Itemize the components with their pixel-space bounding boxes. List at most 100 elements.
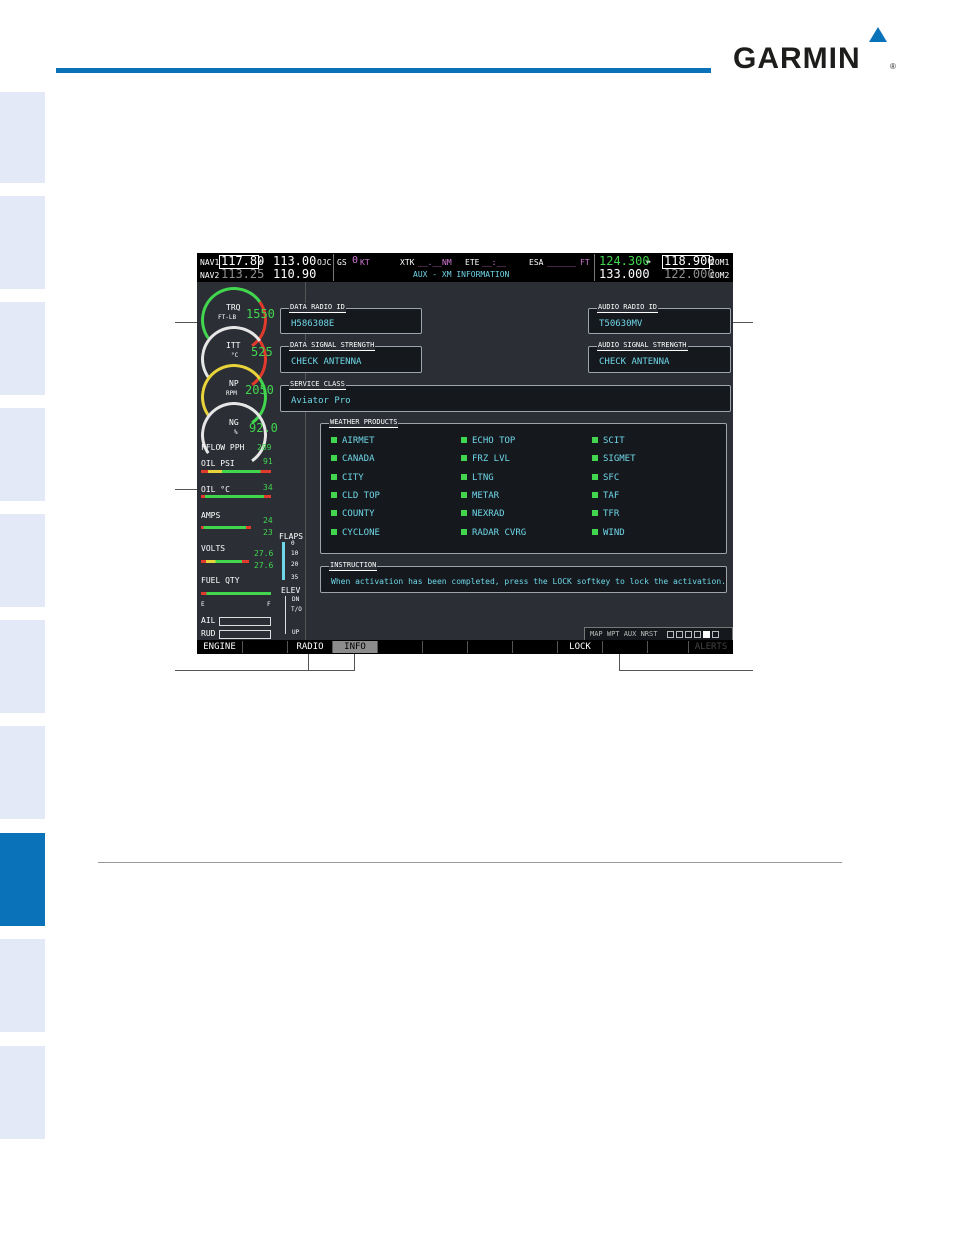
softkey-info[interactable]: INFO — [333, 641, 378, 653]
wx-ltng: LTNG — [461, 473, 494, 484]
nav1-ident: OJC — [317, 258, 332, 267]
itt-label: ITT — [226, 341, 241, 350]
amps-value-2: 23 — [263, 528, 273, 537]
amps-value-1: 24 — [263, 516, 273, 525]
softkey-radio[interactable]: RADIO — [288, 641, 333, 653]
page-box-6 — [712, 631, 719, 638]
com2-standby[interactable]: 122.000 — [664, 268, 715, 281]
service-class-panel: SERVICE CLASS Aviator Pro — [280, 380, 731, 412]
side-tab-7 — [0, 726, 45, 819]
rudder-trim-scale — [219, 630, 271, 639]
oil-temp-bar — [201, 495, 271, 498]
elevator-up-label: UP — [292, 629, 300, 636]
nav2-active[interactable]: 113.25 — [221, 268, 264, 281]
trq-unit: FT-LB — [218, 314, 237, 321]
wx-canada: CANADA — [331, 454, 375, 465]
side-tab-10 — [0, 1046, 45, 1139]
fuel-empty-label: E — [201, 601, 205, 608]
oil-psi-label: OIL PSI — [201, 459, 235, 468]
weather-products-label: WEATHER PRODUCTS — [329, 418, 399, 428]
volts-label: VOLTS — [201, 544, 226, 553]
header-rule — [56, 68, 711, 73]
audio-radio-id-label: AUDIO RADIO ID — [597, 303, 659, 313]
wx-wind: WIND — [592, 528, 625, 539]
weather-products-panel: WEATHER PRODUCTS AIRMET CANADA CITY CLD … — [320, 418, 727, 554]
mfd-screen: NAV1 117.80 ↔ 113.00 OJC NAV2 113.25 110… — [197, 253, 733, 654]
xtk-unit: NM — [442, 258, 452, 267]
page-group-indicator: MAP WPT AUX NRST — [584, 627, 733, 641]
section-divider — [98, 862, 842, 863]
fuel-qty-label: FUEL QTY — [201, 576, 240, 585]
wx-sfc: SFC — [592, 473, 619, 484]
wx-cyclone: CYCLONE — [331, 528, 380, 539]
amps-label: AMPS — [201, 511, 221, 520]
softkey-11[interactable] — [648, 641, 689, 653]
ete-label: ETE — [465, 258, 480, 267]
softkey-bar: ENGINE RADIO INFO LOCK ALERTS — [197, 640, 733, 654]
service-class-label: SERVICE CLASS — [289, 380, 346, 390]
wx-metar: METAR — [461, 491, 499, 502]
np-label: NP — [229, 379, 239, 388]
garmin-logo: GARMIN — [733, 42, 861, 75]
volts-value-2: 27.6 — [254, 561, 274, 570]
ng-unit: % — [234, 429, 238, 436]
data-signal-panel: DATA SIGNAL STRENGTH CHECK ANTENNA — [280, 341, 422, 373]
fflow-label: FFLOW PPH — [201, 443, 245, 452]
nav2-standby[interactable]: 110.90 — [273, 268, 316, 281]
softkey-5[interactable] — [378, 641, 423, 653]
softkey-engine[interactable]: ENGINE — [197, 641, 243, 653]
callout-lock — [619, 670, 753, 671]
wx-radar-cvrg: RADAR CVRG — [461, 528, 526, 539]
esa-unit: FT — [580, 258, 590, 267]
softkey-10[interactable] — [603, 641, 648, 653]
wx-sigmet: SIGMET — [592, 454, 636, 465]
instruction-text: When activation has been completed, pres… — [331, 577, 726, 586]
data-radio-id-panel: DATA RADIO ID H586308E — [280, 303, 422, 334]
fuel-qty-bar — [201, 592, 271, 595]
audio-radio-id-panel: AUDIO RADIO ID T50630MV — [588, 303, 731, 334]
wx-frz-lvl: FRZ LVL — [461, 454, 510, 465]
softkey-alerts[interactable]: ALERTS — [689, 641, 733, 653]
wx-tfr: TFR — [592, 509, 619, 520]
audio-signal-value: CHECK ANTENNA — [599, 357, 670, 367]
gs-value: 0 — [352, 255, 359, 266]
gs-label: GS — [337, 258, 347, 267]
callout-softkeys-left — [175, 670, 355, 671]
oil-temp-value: 34 — [263, 483, 273, 492]
wx-airmet: AIRMET — [331, 436, 375, 447]
wx-scit: SCIT — [592, 436, 625, 447]
softkey-6[interactable] — [423, 641, 468, 653]
esa-value: ______ — [547, 258, 576, 267]
page-box-5-active — [703, 631, 710, 638]
page-box-3 — [685, 631, 692, 638]
softkey-7[interactable] — [468, 641, 513, 653]
softkey-2[interactable] — [243, 641, 288, 653]
side-tab-2 — [0, 196, 45, 289]
wx-city: CITY — [331, 473, 364, 484]
page-box-4 — [694, 631, 701, 638]
flaps-mark-35: 35 — [291, 574, 299, 581]
softkey-lock[interactable]: LOCK — [558, 641, 603, 653]
com1-swap-icon: ↔ — [646, 257, 651, 266]
rudder-trim-label: RUD — [201, 629, 216, 638]
data-radio-id-label: DATA RADIO ID — [289, 303, 346, 313]
np-unit: RPM — [226, 390, 237, 397]
oil-psi-bar — [201, 470, 271, 473]
oil-psi-value: 91 — [263, 457, 273, 466]
callout-info-tick — [354, 654, 355, 671]
com2-active[interactable]: 133.000 — [599, 268, 650, 281]
wx-county: COUNTY — [331, 509, 375, 520]
engine-indication-strip: TRQ FT-LB 1550 ITT °C 525 NP RPM 2050 NG… — [197, 281, 306, 640]
side-tab-6 — [0, 620, 45, 713]
elevator-trim-scale — [285, 596, 286, 634]
divider-left — [333, 254, 334, 281]
elevator-dn-label: DN — [292, 596, 300, 603]
wx-nexrad: NEXRAD — [461, 509, 505, 520]
nav1-swap-icon: ↔ — [259, 257, 264, 266]
com2-label: COM2 — [710, 271, 730, 280]
side-tab-4 — [0, 408, 45, 501]
softkey-8[interactable] — [513, 641, 558, 653]
page-box-2 — [676, 631, 683, 638]
audio-signal-label: AUDIO SIGNAL STRENGTH — [597, 341, 688, 351]
esa-label: ESA — [529, 258, 544, 267]
